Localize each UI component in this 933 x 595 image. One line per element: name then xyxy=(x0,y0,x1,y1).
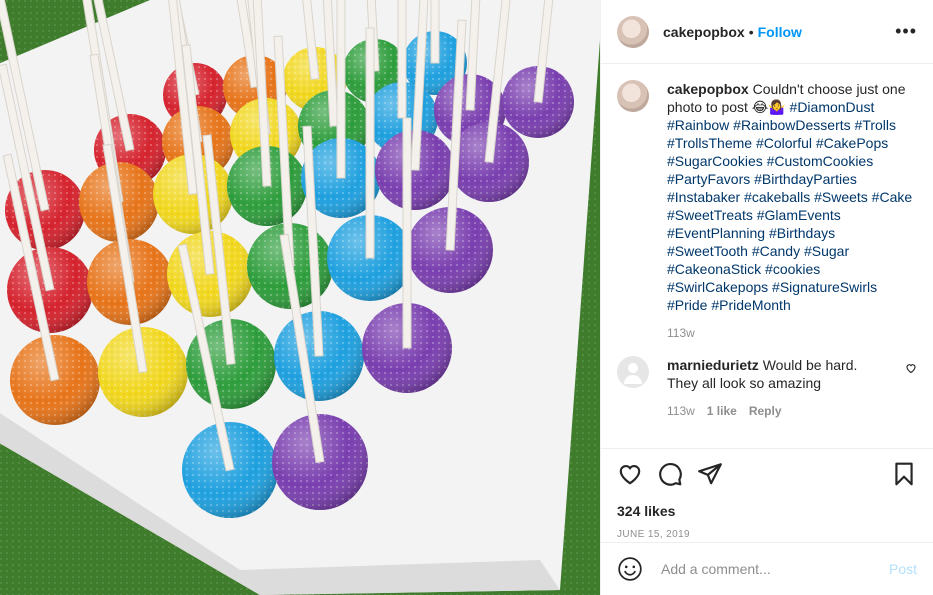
caption: cakepopbox Couldn't choose just one phot… xyxy=(667,80,917,314)
post-date[interactable]: JUNE 15, 2019 xyxy=(617,529,917,540)
comment-icon[interactable] xyxy=(657,461,683,487)
lollipop-stick xyxy=(365,27,375,259)
comment: marniedurietz Would be hard. They all lo… xyxy=(667,356,882,392)
comments-section[interactable]: cakepopbox Couldn't choose just one phot… xyxy=(601,64,933,449)
more-options-icon[interactable]: ••• xyxy=(895,21,917,42)
default-avatar-icon[interactable] xyxy=(617,356,649,388)
post-comment-button[interactable]: Post xyxy=(889,561,917,577)
likes-count[interactable]: 324 likes xyxy=(617,503,917,519)
avatar[interactable] xyxy=(617,15,649,48)
caption-hashtags[interactable]: #DiamonDust #Rainbow #RainbowDesserts #T… xyxy=(667,99,912,313)
reply-button[interactable]: Reply xyxy=(749,404,782,418)
lollipop-stick xyxy=(397,0,407,119)
action-bar: 324 likes JUNE 15, 2019 xyxy=(601,448,933,542)
caption-age[interactable]: 113w xyxy=(667,326,695,340)
comment-age[interactable]: 113w xyxy=(667,404,695,418)
post-header: cakepopbox • Follow ••• xyxy=(601,0,933,64)
instagram-post: cakepopbox • Follow ••• cakepopbox Could… xyxy=(0,0,933,595)
comment-like-heart-icon[interactable] xyxy=(905,362,917,374)
lollipop-stick xyxy=(402,117,412,349)
comment-meta: 113w 1 like Reply xyxy=(667,404,917,418)
lollipop-stick xyxy=(336,0,346,179)
follow-button[interactable]: Follow xyxy=(758,24,802,40)
post-sidebar: cakepopbox • Follow ••• cakepopbox Could… xyxy=(600,0,933,595)
add-comment-input[interactable] xyxy=(659,560,889,578)
caption-row: cakepopbox Couldn't choose just one phot… xyxy=(617,80,917,314)
share-icon[interactable] xyxy=(697,461,723,487)
caption-username[interactable]: cakepopbox xyxy=(667,81,749,97)
emoji-icon[interactable] xyxy=(617,556,643,582)
add-comment-bar: Post xyxy=(601,542,933,595)
header-username[interactable]: cakepopbox xyxy=(663,24,745,40)
comment-likes[interactable]: 1 like xyxy=(707,404,737,418)
caption-meta: 113w xyxy=(667,326,917,340)
heart-icon[interactable] xyxy=(617,461,643,487)
separator-dot: • xyxy=(748,23,754,40)
action-icons xyxy=(617,459,917,489)
avatar[interactable] xyxy=(617,80,649,112)
comment-row: marniedurietz Would be hard. They all lo… xyxy=(617,356,917,392)
post-photo[interactable] xyxy=(0,0,600,595)
bookmark-icon[interactable] xyxy=(891,461,917,487)
comment-username[interactable]: marniedurietz xyxy=(667,357,759,373)
lollipop-stick xyxy=(430,0,440,64)
cake-pops-image xyxy=(0,0,600,595)
